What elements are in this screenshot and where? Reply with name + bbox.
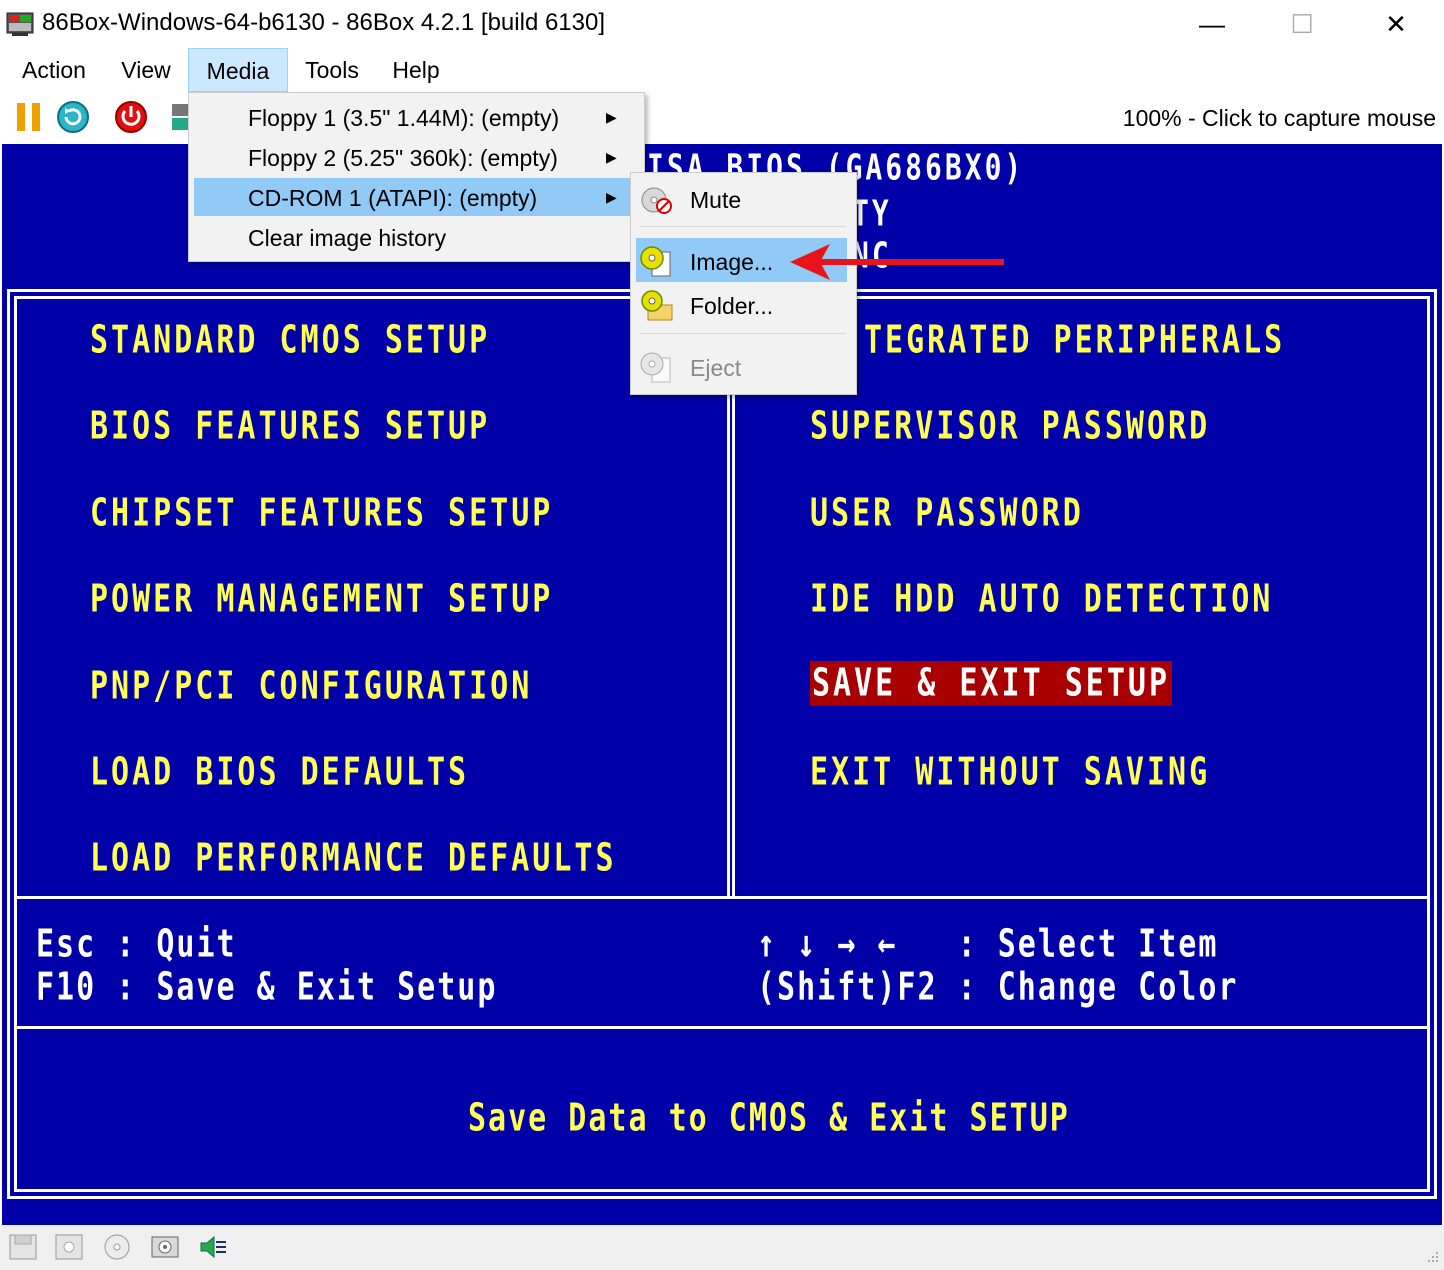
- menu-separator: [640, 333, 846, 334]
- bios-header-line2: TY: [852, 192, 892, 235]
- bios-item-ide-hdd-detection[interactable]: IDE HDD AUTO DETECTION: [810, 577, 1273, 622]
- bios-help-esc: Esc : Quit: [36, 922, 237, 967]
- bios-separator-1: [14, 896, 1430, 899]
- window-title: 86Box-Windows-64-b6130 - 86Box 4.2.1 [bu…: [42, 9, 606, 36]
- pause-icon[interactable]: [12, 100, 46, 134]
- sound-icon[interactable]: [198, 1233, 228, 1261]
- menu-separator: [640, 226, 846, 227]
- bios-item-load-bios-defaults[interactable]: LOAD BIOS DEFAULTS: [90, 750, 469, 795]
- floppy1-icon[interactable]: [8, 1233, 38, 1261]
- bios-help-f10: F10 : Save & Exit Setup: [36, 965, 498, 1010]
- menu-item-cdrom1[interactable]: CD-ROM 1 (ATAPI): (empty): [248, 185, 537, 212]
- hdd-icon[interactable]: [150, 1233, 180, 1261]
- cd-eject-icon: [640, 352, 671, 383]
- menu-tools[interactable]: Tools: [294, 48, 370, 92]
- submenu-arrow-icon: ▶: [606, 189, 617, 205]
- reset-icon[interactable]: [56, 100, 90, 134]
- close-button[interactable]: ✕: [1350, 0, 1442, 48]
- submenu-item-folder[interactable]: Folder...: [690, 293, 773, 320]
- bios-item-standard-cmos[interactable]: STANDARD CMOS SETUP: [90, 318, 490, 363]
- bios-item-pnp-pci[interactable]: PNP/PCI CONFIGURATION: [90, 664, 532, 709]
- bios-help-arrows: ↑ ↓ → ← : Select Item: [757, 922, 1219, 967]
- capture-status[interactable]: 100% - Click to capture mouse: [1123, 105, 1436, 132]
- cd-mute-icon: [641, 187, 672, 214]
- menu-item-clear-history[interactable]: Clear image history: [248, 225, 446, 252]
- bios-item-chipset-features[interactable]: CHIPSET FEATURES SETUP: [90, 491, 553, 536]
- maximize-button[interactable]: ☐: [1256, 0, 1348, 48]
- cd-folder-icon: [641, 290, 673, 321]
- bios-item-user-password[interactable]: USER PASSWORD: [810, 491, 1084, 536]
- bios-item-power-management[interactable]: POWER MANAGEMENT SETUP: [90, 577, 553, 622]
- submenu-item-image[interactable]: Image...: [690, 249, 773, 276]
- floppy2-icon[interactable]: [54, 1233, 84, 1261]
- menu-item-floppy2[interactable]: Floppy 2 (5.25" 360k): (empty): [248, 145, 558, 172]
- menu-help[interactable]: Help: [380, 48, 452, 92]
- annotation-arrow: [790, 244, 1004, 280]
- bios-description: Save Data to CMOS & Exit SETUP: [468, 1096, 1070, 1141]
- cd-image-icon: [640, 246, 671, 277]
- submenu-item-eject: Eject: [690, 355, 742, 381]
- bios-item-bios-features[interactable]: BIOS FEATURES SETUP: [90, 404, 490, 449]
- bios-item-load-performance-defaults[interactable]: LOAD PERFORMANCE DEFAULTS: [90, 836, 617, 881]
- bios-help-shift-f2: (Shift)F2 : Change Color: [757, 965, 1239, 1010]
- menu-view[interactable]: View: [108, 48, 184, 92]
- bios-item-supervisor-password[interactable]: SUPERVISOR PASSWORD: [810, 404, 1210, 449]
- app-icon[interactable]: [6, 10, 34, 38]
- bios-item-save-exit[interactable]: SAVE & EXIT SETUP: [810, 661, 1173, 706]
- submenu-arrow-icon: ▶: [606, 149, 617, 165]
- bios-item-exit-without-saving[interactable]: EXIT WITHOUT SAVING: [810, 750, 1210, 795]
- bios-separator-2: [14, 1026, 1430, 1029]
- ctrl-alt-del-icon[interactable]: [170, 100, 190, 134]
- menu-item-floppy1[interactable]: Floppy 1 (3.5" 1.44M): (empty): [248, 105, 559, 132]
- minimize-button[interactable]: —: [1166, 0, 1258, 48]
- menu-media[interactable]: Media: [188, 48, 288, 92]
- power-icon[interactable]: [114, 100, 148, 134]
- resize-grip-icon[interactable]: [1422, 1248, 1440, 1266]
- submenu-item-mute[interactable]: Mute: [690, 187, 741, 214]
- menu-action[interactable]: Action: [8, 48, 100, 92]
- cdrom-icon[interactable]: [102, 1233, 132, 1261]
- submenu-arrow-icon: ▶: [606, 109, 617, 125]
- bios-item-integrated-peripherals[interactable]: TEGRATED PERIPHERALS: [864, 318, 1285, 363]
